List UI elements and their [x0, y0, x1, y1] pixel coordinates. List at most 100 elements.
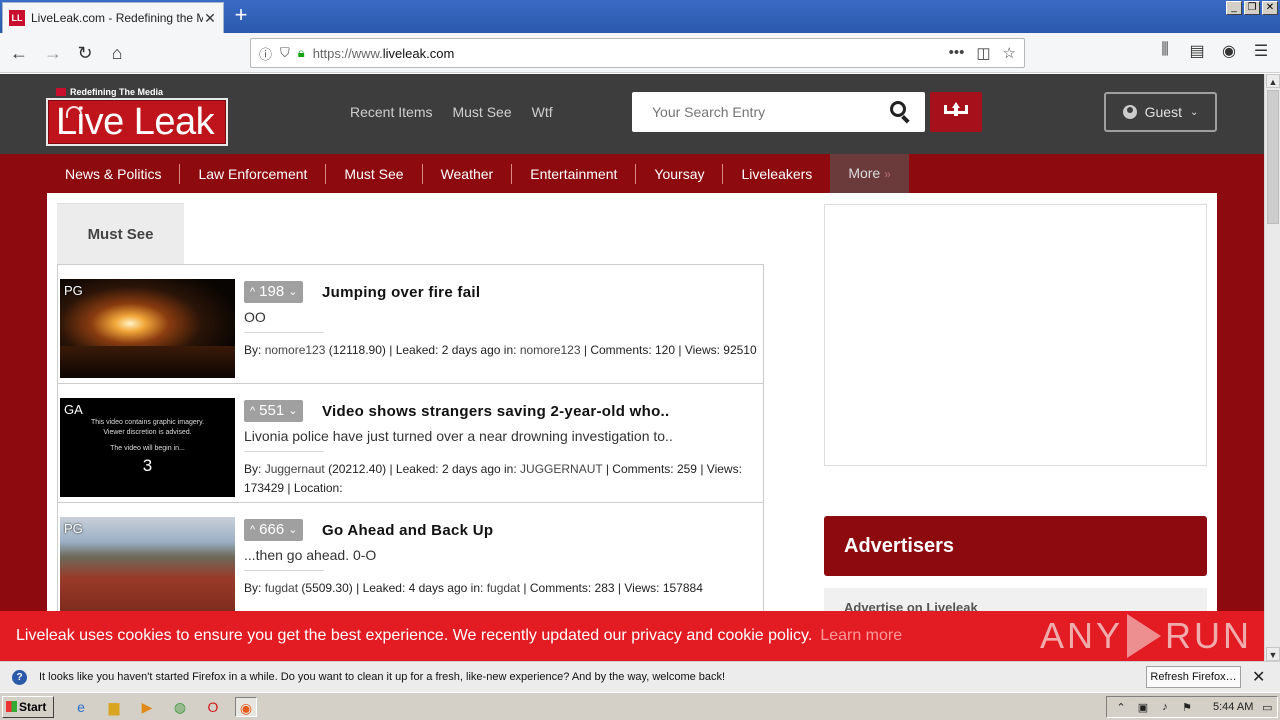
reload-icon[interactable]: ↻ — [72, 41, 98, 65]
close-window-button[interactable]: ✕ — [1262, 1, 1278, 15]
library-icon[interactable]: ⫼ — [1156, 41, 1174, 61]
watermark-text-left: ANY — [1040, 615, 1124, 656]
page-actions-icon[interactable]: ••• — [949, 44, 965, 62]
bookmark-star-icon[interactable]: ☆ — [1003, 44, 1016, 62]
tab-must-see[interactable]: Must See — [57, 203, 184, 264]
lock-icon[interactable]: 🔒︎ — [298, 45, 305, 61]
location-label: | Location: — [287, 481, 343, 495]
nav-more[interactable]: More » — [830, 154, 909, 193]
nav-liveleakers[interactable]: Liveleakers — [723, 164, 830, 184]
sidebar-icon[interactable]: ▤ — [1188, 41, 1206, 61]
category-nav: News & Politics Law Enforcement Must See… — [0, 154, 1264, 193]
back-icon[interactable]: ← — [6, 41, 32, 65]
close-icon[interactable]: ✕ — [1252, 667, 1265, 687]
item-meta: By: Juggernaut (20212.40) | Leaked: 2 da… — [244, 460, 759, 498]
volume-icon[interactable]: ♪ — [1157, 701, 1173, 713]
item-channel-link[interactable]: fugdat — [487, 581, 520, 595]
user-score: (5509.30) — [301, 581, 353, 595]
account-icon[interactable]: ◉ — [1220, 41, 1238, 61]
tray-expand-icon[interactable]: ⌃ — [1113, 701, 1129, 714]
guest-label: Guest — [1144, 104, 1182, 120]
scroll-up-arrow-icon[interactable]: ▲ — [1266, 74, 1280, 88]
cookie-learn-more-link[interactable]: Learn more — [820, 627, 902, 645]
item-meta: By: fugdat (5509.30) | Leaked: 4 days ag… — [244, 579, 759, 598]
browser-tab[interactable]: LL LiveLeak.com - Redefining the Media ✕ — [2, 2, 224, 33]
item-channel-link[interactable]: nomore123 — [520, 343, 581, 357]
tracking-shield-icon[interactable]: ⛉ — [280, 45, 290, 61]
video-thumbnail[interactable]: GA This video contains graphic imagery. … — [60, 398, 235, 497]
upvote-icon[interactable]: ^ — [250, 519, 255, 541]
link-must-see[interactable]: Must See — [452, 104, 511, 120]
list-item: PG ^ 198 ⌄ Jumping over fire fail OO By:… — [58, 265, 763, 384]
graphic-warning: This video contains graphic imagery. Vie… — [60, 418, 235, 454]
nav-entertainment[interactable]: Entertainment — [512, 163, 637, 184]
search-icon[interactable] — [889, 100, 913, 124]
refresh-firefox-button[interactable]: Refresh Firefox… — [1146, 666, 1241, 688]
nav-yoursay[interactable]: Yoursay — [636, 163, 724, 184]
restore-button[interactable]: ❐ — [1244, 1, 1260, 15]
item-title[interactable]: Go Ahead and Back Up — [322, 522, 493, 539]
video-thumbnail[interactable]: PG — [60, 279, 235, 378]
new-tab-button[interactable]: + — [229, 4, 253, 27]
page-scrollbar[interactable]: ▲ ▼ — [1264, 74, 1280, 661]
comments-count: | Comments: 120 | — [583, 343, 682, 357]
link-wtf[interactable]: Wtf — [532, 104, 553, 120]
nav-must-see[interactable]: Must See — [326, 163, 423, 184]
nav-news-politics[interactable]: News & Politics — [47, 163, 181, 184]
link-recent-items[interactable]: Recent Items — [350, 104, 432, 120]
network-icon[interactable]: ▣ — [1135, 701, 1151, 714]
info-icon[interactable]: ⓘ — [259, 44, 272, 63]
clock[interactable]: 5:44 AM — [1213, 701, 1253, 713]
minimize-button[interactable]: _ — [1226, 1, 1242, 15]
forward-icon[interactable]: → — [40, 41, 66, 65]
upvote-icon[interactable]: ^ — [250, 400, 255, 422]
item-list: PG ^ 198 ⌄ Jumping over fire fail OO By:… — [57, 264, 764, 623]
downvote-icon[interactable]: ⌄ — [288, 400, 297, 422]
pocket-icon[interactable]: ◫ — [976, 44, 990, 62]
nav-more-label: More — [848, 165, 881, 181]
item-user-link[interactable]: fugdat — [265, 581, 298, 595]
scroll-thumb[interactable] — [1267, 90, 1279, 224]
item-channel-link[interactable]: JUGGERNAUT — [520, 462, 602, 476]
graphic-warning-line: This video contains graphic imagery. — [90, 419, 205, 426]
upload-button[interactable] — [930, 92, 982, 132]
media-player-icon[interactable]: ▶ — [136, 697, 158, 717]
url-prefix: https://www. — [312, 45, 383, 61]
opera-icon[interactable]: O — [202, 697, 224, 717]
item-user-link[interactable]: Juggernaut — [265, 462, 325, 476]
item-title[interactable]: Video shows strangers saving 2-year-old … — [322, 403, 669, 420]
anyrun-watermark: ANY RUN — [1040, 614, 1252, 658]
nav-law-enforcement[interactable]: Law Enforcement — [180, 163, 327, 184]
vote-widget[interactable]: ^ 551 ⌄ — [244, 400, 304, 422]
firefox-taskbar-icon[interactable]: ◉ — [235, 697, 257, 717]
item-user-link[interactable]: nomore123 — [265, 343, 326, 357]
url-text[interactable]: https://www.liveleak.com — [313, 46, 949, 61]
scroll-down-arrow-icon[interactable]: ▼ — [1266, 647, 1280, 661]
logo-tagline-text: Redefining The Media — [70, 87, 164, 97]
chrome-icon[interactable]: ◍ — [169, 697, 191, 717]
menu-icon[interactable]: ☰ — [1252, 41, 1270, 61]
vote-widget[interactable]: ^ 666 ⌄ — [244, 519, 304, 541]
url-bar[interactable]: ⓘ ⛉ 🔒︎ https://www.liveleak.com ••• ◫ ☆ — [250, 38, 1025, 68]
internet-explorer-icon[interactable]: e — [70, 697, 92, 717]
item-title[interactable]: Jumping over fire fail — [322, 284, 480, 301]
downvote-icon[interactable]: ⌄ — [288, 281, 297, 303]
downvote-icon[interactable]: ⌄ — [288, 519, 297, 541]
divider — [244, 451, 324, 452]
vote-widget[interactable]: ^ 198 ⌄ — [244, 281, 304, 303]
rating-badge: PG — [64, 521, 83, 536]
nav-weather[interactable]: Weather — [423, 163, 513, 184]
folder-icon[interactable]: ▆ — [103, 697, 125, 717]
start-button[interactable]: Start — [2, 696, 54, 718]
show-desktop-icon[interactable]: ▭ — [1259, 701, 1275, 714]
flag-icon[interactable]: ⚑ — [1179, 701, 1195, 714]
site-header: Redefining The Media Live Leak Recent It… — [0, 74, 1264, 154]
video-thumbnail[interactable]: PG — [60, 517, 235, 616]
divider — [244, 570, 324, 571]
search-input[interactable] — [652, 104, 889, 120]
guest-menu-button[interactable]: Guest ⌄ — [1104, 92, 1217, 132]
tab-close-button[interactable]: ✕ — [203, 10, 217, 27]
home-icon[interactable]: ⌂ — [104, 41, 130, 65]
upvote-icon[interactable]: ^ — [250, 281, 255, 303]
liveleak-logo[interactable]: Redefining The Media Live Leak — [46, 86, 228, 146]
